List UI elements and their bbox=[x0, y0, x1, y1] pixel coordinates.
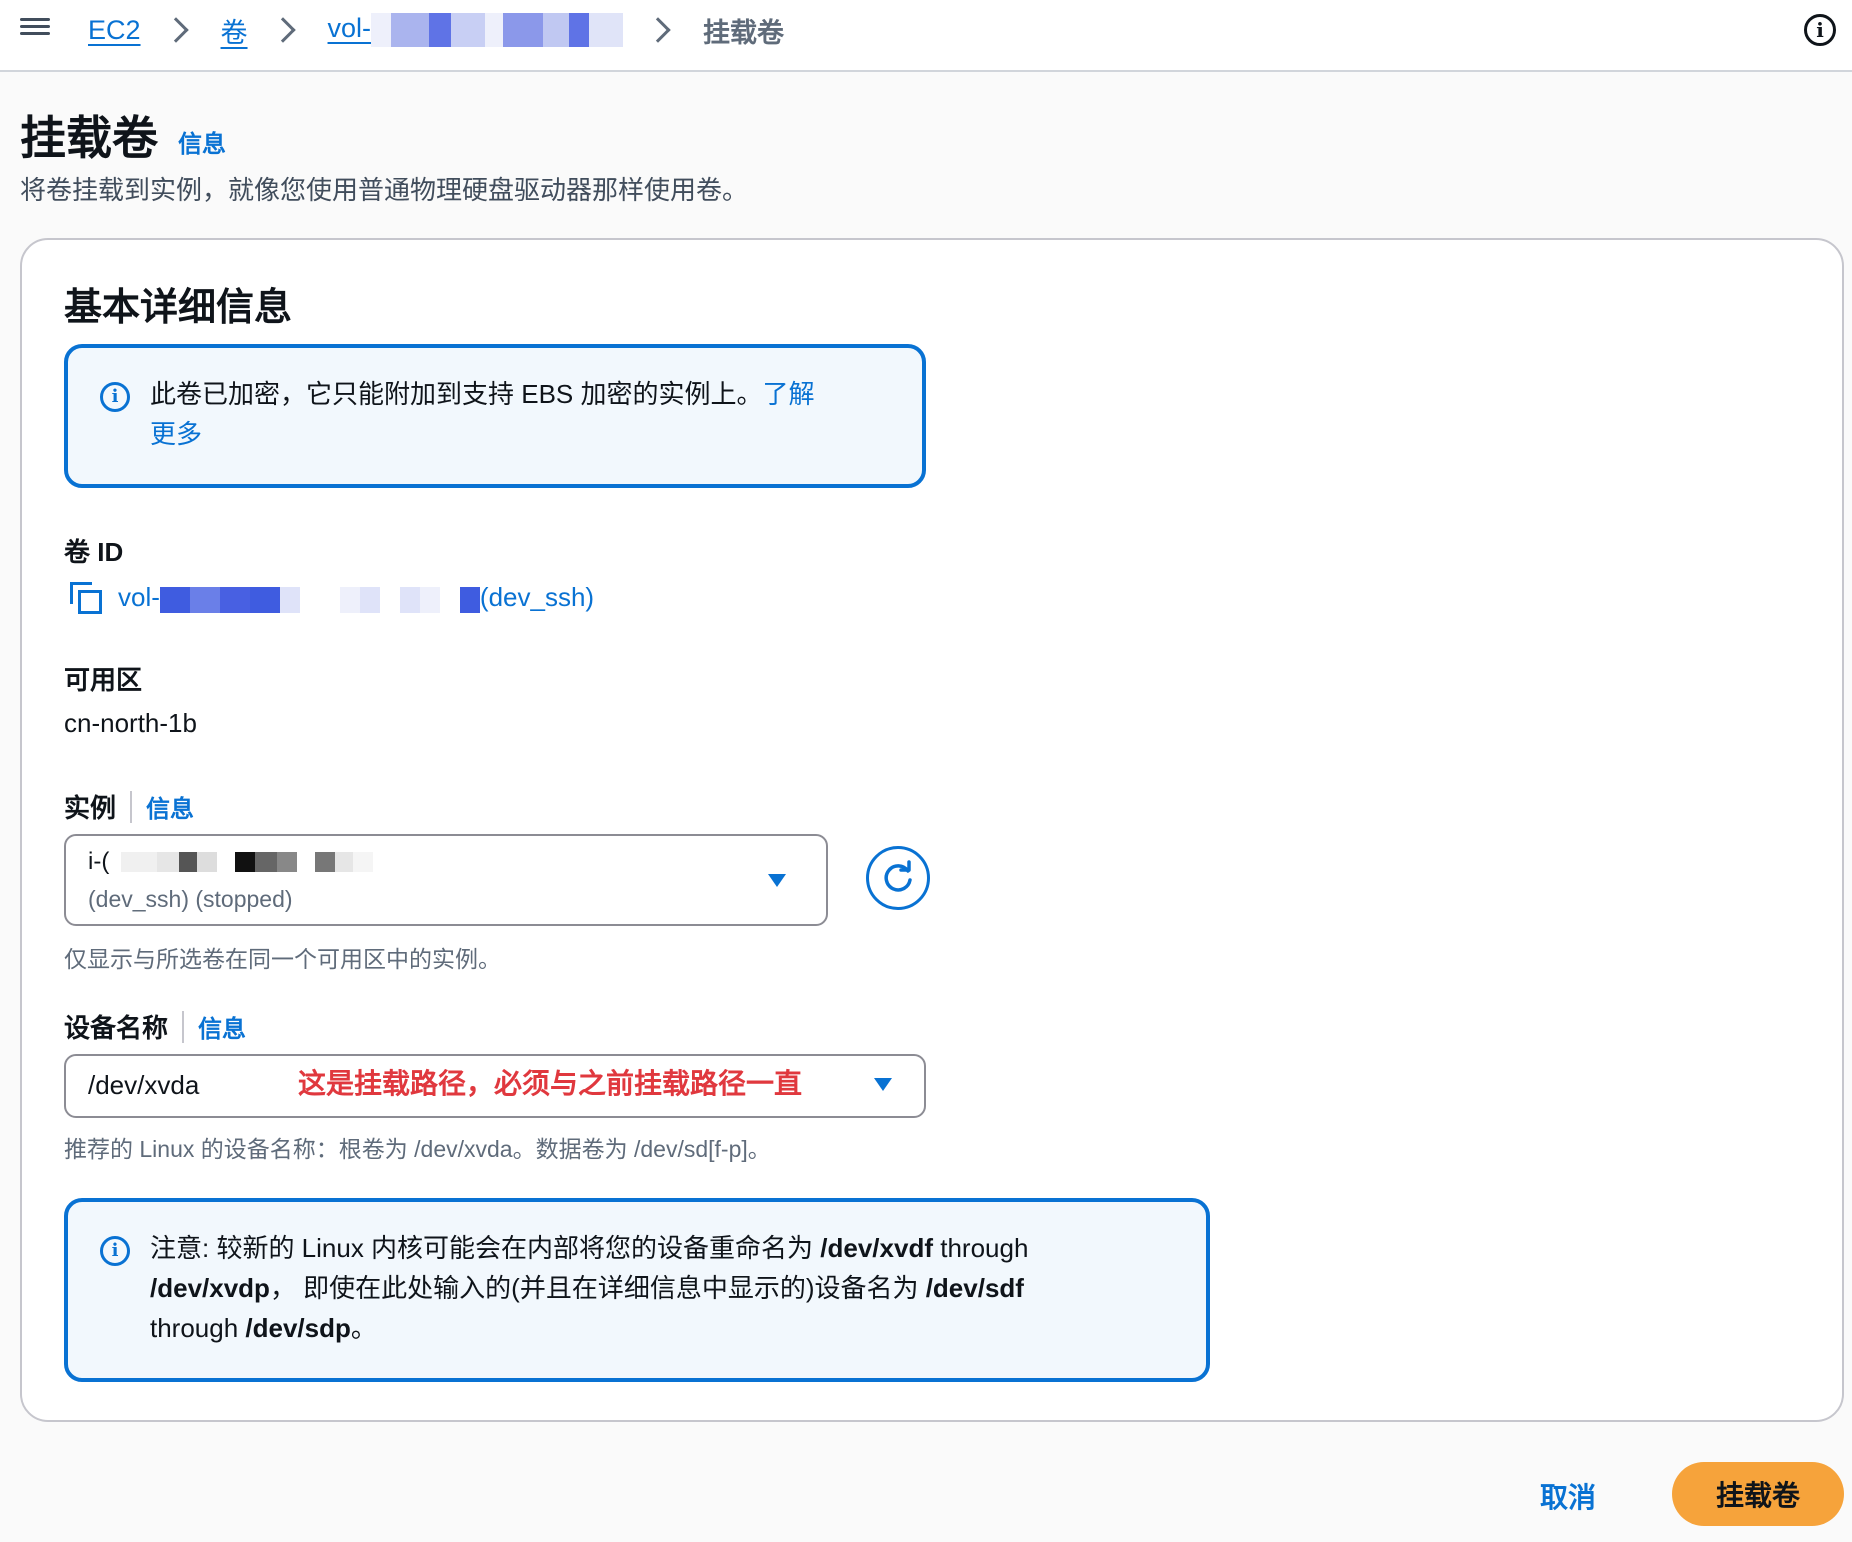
breadcrumb-ec2[interactable]: EC2 bbox=[88, 15, 141, 46]
breadcrumb-current: 挂载卷 bbox=[703, 17, 785, 48]
device-name-label: 设备名称 信息 bbox=[64, 1008, 246, 1045]
device-name-value: /dev/xvda bbox=[88, 1070, 200, 1100]
device-info-link[interactable]: 信息 bbox=[198, 1009, 246, 1044]
info-circle-icon: i bbox=[100, 382, 130, 412]
volume-name: (dev_ssh) bbox=[479, 582, 595, 612]
instance-select[interactable]: i-( (dev_ssh) (stopped) bbox=[64, 834, 828, 926]
page-title: 挂载卷 bbox=[20, 112, 158, 164]
device-name-hint: 推荐的 Linux 的设备名称：根卷为 /dev/xvda。数据卷为 /dev/… bbox=[64, 1136, 771, 1162]
copy-icon[interactable] bbox=[70, 582, 104, 616]
encryption-alert: i 此卷已加密，它只能附加到支持 EBS 加密的实例上。了解 更多 bbox=[64, 344, 926, 488]
refresh-icon bbox=[884, 860, 912, 892]
info-circle-icon[interactable]: i bbox=[1804, 14, 1836, 46]
instance-label: 实例 信息 bbox=[64, 788, 194, 825]
chevron-right-icon bbox=[645, 17, 671, 43]
availability-zone-value: cn-north-1b bbox=[64, 708, 197, 738]
redacted-volume-id bbox=[159, 586, 480, 613]
volume-id-link[interactable]: vol- (dev_ssh) bbox=[118, 582, 594, 613]
basic-details-container: 基本详细信息 i 此卷已加密，它只能附加到支持 EBS 加密的实例上。了解 更多 … bbox=[20, 238, 1844, 1422]
redacted-instance-id bbox=[121, 852, 374, 872]
redacted-volume-id bbox=[371, 13, 624, 47]
section-title: 基本详细信息 bbox=[64, 287, 293, 329]
instance-info-link[interactable]: 信息 bbox=[146, 789, 194, 824]
page-description: 将卷挂载到实例，就像您使用普通物理硬盘驱动器那样使用卷。 bbox=[20, 175, 749, 205]
attach-volume-button[interactable]: 挂载卷 bbox=[1672, 1462, 1844, 1526]
chevron-right-icon bbox=[269, 17, 296, 43]
breadcrumb-volumes[interactable]: 卷 bbox=[221, 11, 248, 50]
refresh-button[interactable] bbox=[866, 846, 930, 910]
instance-selected-detail: (dev_ssh) (stopped) bbox=[88, 886, 293, 912]
breadcrumb: EC2 卷 vol- 挂载卷 bbox=[88, 8, 784, 52]
cancel-button[interactable]: 取消 bbox=[1540, 1476, 1596, 1516]
chevron-right-icon bbox=[162, 17, 189, 43]
menu-icon[interactable] bbox=[20, 14, 50, 44]
info-circle-icon: i bbox=[100, 1236, 130, 1266]
caret-down-icon bbox=[768, 874, 786, 887]
red-annotation: 这是挂载路径，必须与之前挂载路径一直 bbox=[298, 1068, 803, 1099]
breadcrumb-volume-prefix: vol- bbox=[327, 13, 372, 44]
volume-id-label: 卷 ID bbox=[64, 537, 124, 567]
availability-zone-label: 可用区 bbox=[64, 665, 143, 695]
title-info-link[interactable]: 信息 bbox=[178, 124, 226, 159]
volume-id-prefix: vol- bbox=[118, 582, 160, 612]
encryption-alert-text: 此卷已加密，它只能附加到支持 EBS 加密的实例上。了解 更多 bbox=[150, 374, 890, 454]
device-rename-alert: i 注意: 较新的 Linux 内核可能会在内部将您的设备重命名为 /dev/x… bbox=[64, 1198, 1210, 1382]
breadcrumb-volume-id[interactable]: vol- bbox=[328, 13, 624, 47]
top-bar: EC2 卷 vol- 挂载卷 i bbox=[0, 0, 1852, 72]
instance-selected-id: i-( bbox=[88, 848, 374, 876]
encryption-alert-message: 此卷已加密，它只能附加到支持 EBS 加密的实例上。 bbox=[150, 379, 763, 409]
device-rename-alert-text: 注意: 较新的 Linux 内核可能会在内部将您的设备重命名为 /dev/xvd… bbox=[150, 1233, 1029, 1343]
caret-down-icon bbox=[874, 1078, 892, 1091]
instance-hint: 仅显示与所选卷在同一个可用区中的实例。 bbox=[64, 946, 501, 972]
